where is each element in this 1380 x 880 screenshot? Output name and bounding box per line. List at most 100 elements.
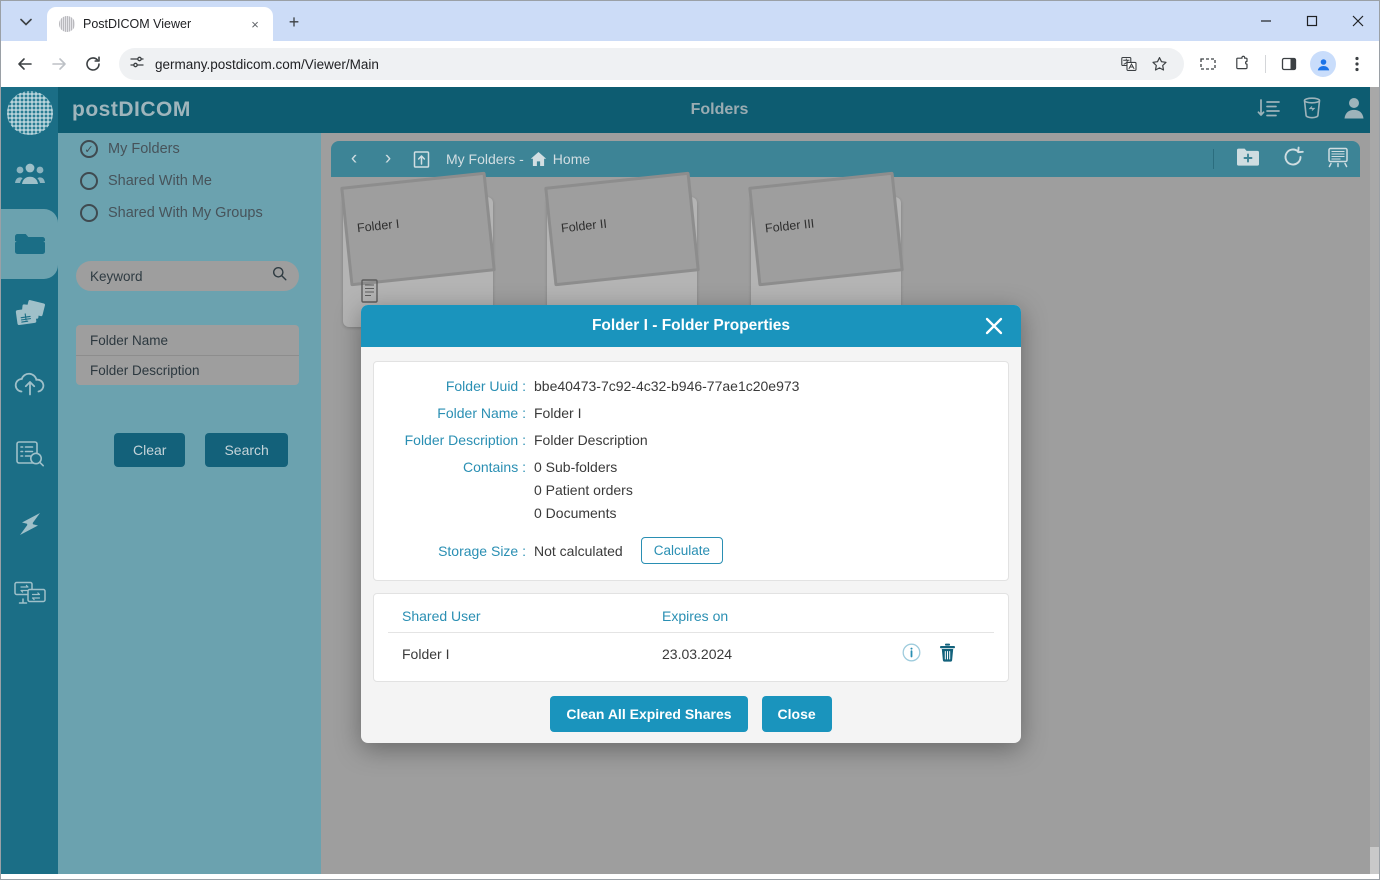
new-folder-icon[interactable] bbox=[1236, 147, 1260, 172]
shared-users-panel: Shared User Expires on Folder I 23.03.20… bbox=[373, 593, 1009, 682]
shared-user-name: Folder I bbox=[402, 646, 662, 662]
property-label: Storage Size : bbox=[374, 537, 534, 564]
rail-item-upload[interactable] bbox=[1, 349, 58, 419]
sidebar-item-label: Shared With My Groups bbox=[108, 205, 263, 221]
breadcrumb-home-label[interactable]: Home bbox=[553, 151, 590, 167]
sidebar-item-shared-with-me[interactable]: Shared With Me bbox=[58, 165, 321, 197]
toolbar-right-icons bbox=[1192, 48, 1373, 80]
sidebar-item-label: My Folders bbox=[108, 141, 180, 157]
breadcrumb-prefix[interactable]: My Folders - bbox=[446, 151, 524, 167]
calculate-button[interactable]: Calculate bbox=[641, 537, 723, 564]
web-page: ✓ My Folders Shared With Me Shared With … bbox=[1, 87, 1380, 880]
filter-field-folder-description[interactable]: Folder Description bbox=[76, 355, 299, 385]
scrollbar-thumb[interactable] bbox=[1370, 87, 1380, 847]
chrome-menu-icon[interactable] bbox=[1341, 48, 1373, 80]
report-search-icon bbox=[14, 440, 46, 468]
rail-item-remote-desktop[interactable] bbox=[1, 559, 58, 629]
close-icon[interactable] bbox=[979, 311, 1009, 341]
info-icon[interactable] bbox=[902, 643, 921, 665]
contains-line: 0 Documents bbox=[534, 505, 633, 521]
dialog-header: Folder I - Folder Properties bbox=[361, 305, 1021, 347]
user-account-icon[interactable] bbox=[1343, 96, 1365, 125]
tab-title: PostDICOM Viewer bbox=[83, 17, 237, 31]
new-tab-button[interactable]: + bbox=[279, 7, 309, 37]
dialog-body: Folder Uuid : bbe40473-7c92-4c32-b946-77… bbox=[361, 347, 1021, 732]
radio-selected-icon: ✓ bbox=[80, 140, 98, 158]
forward-button[interactable] bbox=[43, 48, 75, 80]
breadcrumb-toolbar: ‹ › My Folders - Home bbox=[331, 141, 1360, 177]
address-bar[interactable]: germany.postdicom.com/Viewer/Main bbox=[119, 48, 1184, 80]
storage-value-group: Not calculated Calculate bbox=[534, 537, 723, 564]
folder-properties-dialog: Folder I - Folder Properties Folder Uuid… bbox=[361, 305, 1021, 743]
extensions-icon[interactable] bbox=[1226, 48, 1258, 80]
tune-icon[interactable] bbox=[129, 54, 145, 75]
property-value: Folder I bbox=[534, 405, 581, 421]
rail-item-search-reports[interactable] bbox=[1, 419, 58, 489]
arrow-left-icon bbox=[16, 55, 34, 73]
keyword-input-value: Keyword bbox=[90, 269, 272, 284]
maximize-button[interactable] bbox=[1289, 1, 1335, 41]
shared-users-table-header: Shared User Expires on bbox=[388, 602, 994, 633]
breadcrumb-actions bbox=[1213, 141, 1350, 177]
left-icon-rail bbox=[1, 87, 58, 880]
nav-back-button[interactable]: ‹ bbox=[345, 148, 363, 170]
rail-item-folders[interactable] bbox=[1, 209, 58, 279]
property-value: Folder Description bbox=[534, 432, 648, 448]
minimize-button[interactable] bbox=[1243, 1, 1289, 41]
keyword-search-input[interactable]: Keyword bbox=[76, 261, 299, 291]
browser-window: PostDICOM Viewer × + bbox=[0, 0, 1380, 880]
close-window-button[interactable] bbox=[1335, 1, 1380, 41]
folder-settings-icon[interactable] bbox=[1326, 146, 1350, 173]
rail-item-studies[interactable] bbox=[1, 279, 58, 349]
refresh-icon[interactable] bbox=[1282, 146, 1304, 173]
property-label: Contains : bbox=[374, 459, 534, 521]
nav-forward-button[interactable]: › bbox=[379, 148, 397, 170]
header-action-icons bbox=[1257, 87, 1365, 133]
toolbar-divider bbox=[1265, 55, 1266, 73]
translate-icon[interactable] bbox=[1116, 51, 1142, 77]
sync-arrows-icon bbox=[14, 510, 46, 538]
sort-list-icon[interactable] bbox=[1257, 97, 1281, 124]
screen-share-icon bbox=[13, 580, 47, 608]
sidebar-item-shared-with-my-groups[interactable]: Shared With My Groups bbox=[58, 197, 321, 229]
close-dialog-button[interactable]: Close bbox=[762, 696, 832, 732]
reload-icon bbox=[84, 55, 102, 73]
contains-line: 0 Patient orders bbox=[534, 482, 633, 498]
folder-icon bbox=[14, 231, 46, 257]
property-row-uuid: Folder Uuid : bbe40473-7c92-4c32-b946-77… bbox=[374, 378, 998, 394]
table-row: Folder I 23.03.2024 bbox=[388, 633, 994, 671]
reload-button[interactable] bbox=[77, 48, 109, 80]
dialog-footer: Clean All Expired Shares Close bbox=[373, 682, 1009, 732]
clean-all-expired-shares-button[interactable]: Clean All Expired Shares bbox=[550, 696, 747, 732]
rail-item-sync[interactable] bbox=[1, 489, 58, 559]
property-value: 0 Sub-folders 0 Patient orders 0 Documen… bbox=[534, 459, 633, 521]
search-icon[interactable] bbox=[272, 266, 287, 286]
sidebar-item-my-folders[interactable]: ✓ My Folders bbox=[58, 133, 321, 165]
home-icon bbox=[530, 151, 547, 167]
users-icon bbox=[15, 161, 45, 187]
bookmark-star-icon[interactable] bbox=[1146, 51, 1172, 77]
move-up-icon[interactable] bbox=[413, 150, 430, 169]
property-row-storage: Storage Size : Not calculated Calculate bbox=[374, 537, 998, 564]
close-icon[interactable]: × bbox=[245, 14, 265, 34]
arrow-right-icon bbox=[50, 55, 68, 73]
filter-field-folder-name[interactable]: Folder Name bbox=[76, 325, 299, 355]
browser-tab[interactable]: PostDICOM Viewer × bbox=[47, 7, 273, 41]
property-row-description: Folder Description : Folder Description bbox=[374, 432, 998, 448]
clear-button[interactable]: Clear bbox=[114, 433, 185, 467]
property-label: Folder Uuid : bbox=[374, 378, 534, 394]
back-button[interactable] bbox=[9, 48, 41, 80]
app-logo bbox=[1, 87, 58, 139]
search-button[interactable]: Search bbox=[205, 433, 287, 467]
cast-icon[interactable] bbox=[1192, 48, 1224, 80]
filter-button-row: Clear Search bbox=[114, 433, 321, 467]
studies-stack-icon bbox=[14, 300, 46, 328]
tab-search-button[interactable] bbox=[9, 7, 43, 37]
trash-icon[interactable] bbox=[939, 643, 956, 665]
trash-bin-icon[interactable] bbox=[1301, 96, 1323, 125]
rail-item-users[interactable] bbox=[1, 139, 58, 209]
vertical-scrollbar[interactable] bbox=[1370, 87, 1380, 880]
window-bottom-edge bbox=[1, 874, 1380, 879]
profile-avatar-icon[interactable] bbox=[1307, 48, 1339, 80]
side-panel-icon[interactable] bbox=[1273, 48, 1305, 80]
